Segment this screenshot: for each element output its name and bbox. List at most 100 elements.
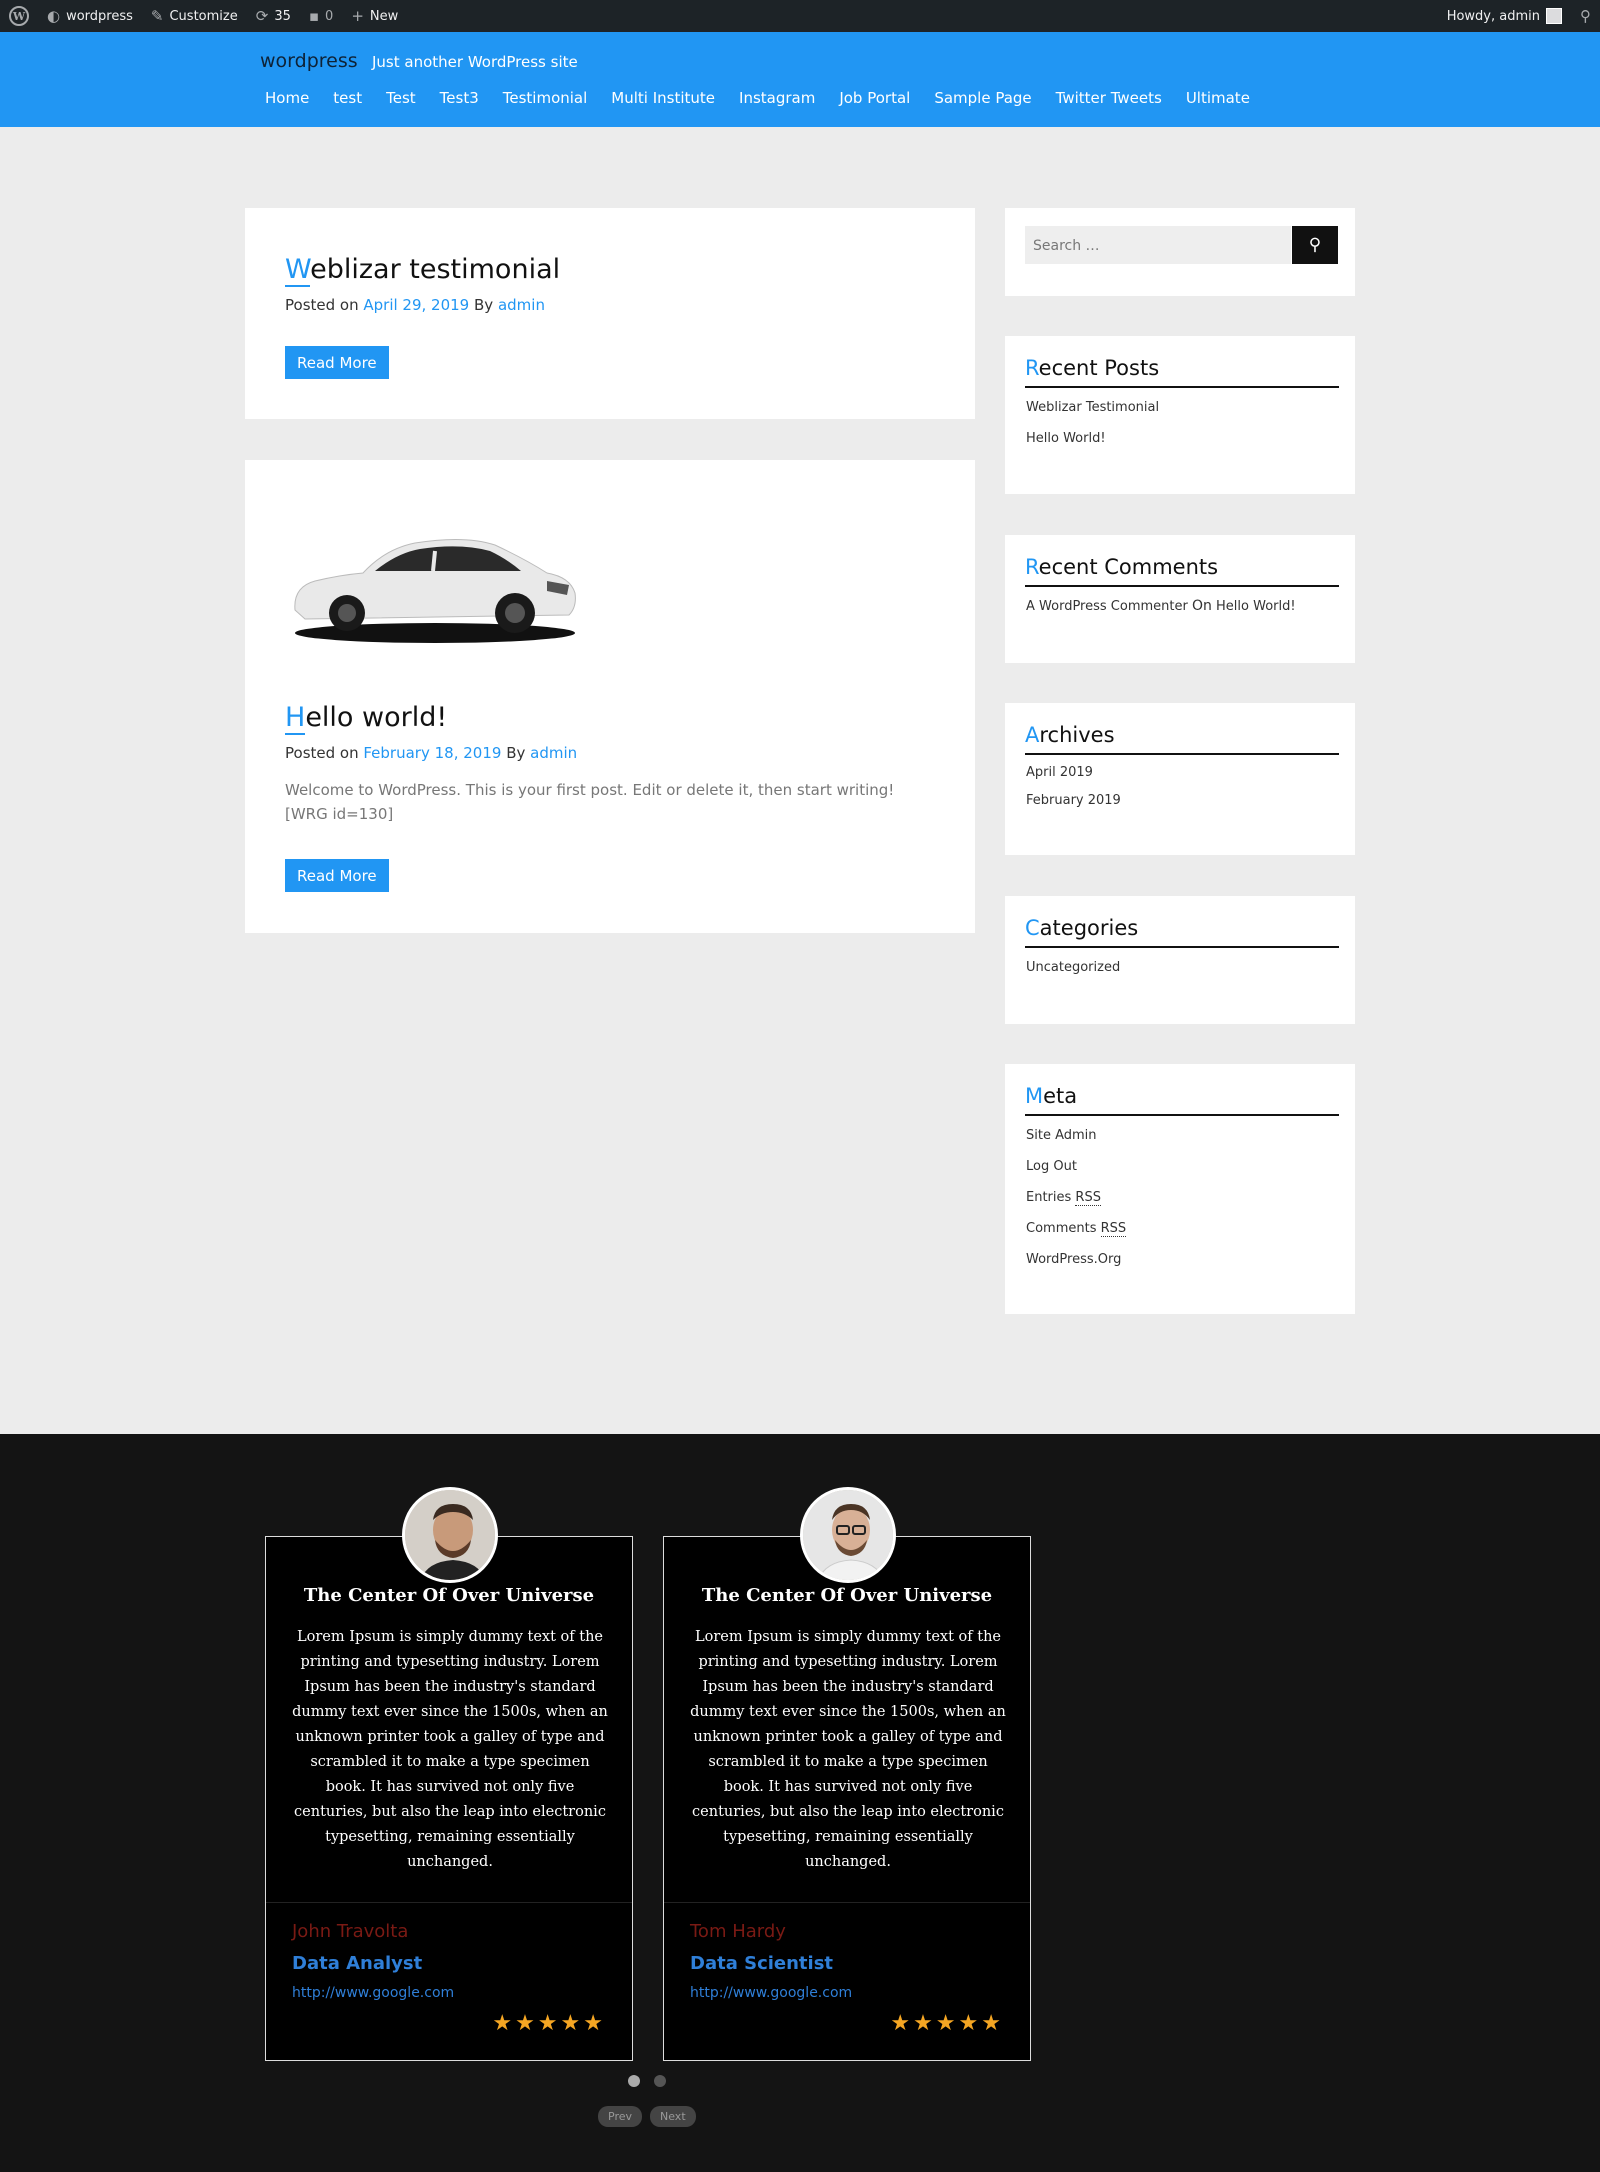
slider-dots <box>628 2075 666 2087</box>
nav-item-instagram[interactable]: Instagram <box>735 89 819 107</box>
person-photo-icon <box>803 1490 893 1580</box>
testimonial-role: Data Scientist <box>690 1953 834 1974</box>
testimonial-link[interactable]: http://www.google.com <box>690 1985 852 2001</box>
widget-title: Categories <box>1025 916 1339 948</box>
post-author-link[interactable]: admin <box>530 744 577 762</box>
testimonial-title: The Center Of Over Universe <box>303 1585 595 1606</box>
post-card: Hello world! Posted on February 18, 2019… <box>245 460 975 933</box>
nav-item-sample-page[interactable]: Sample Page <box>930 89 1035 107</box>
rss-abbr: RSS <box>1075 1190 1101 1206</box>
star-icon: ★ <box>492 2011 516 2036</box>
post-title[interactable]: Hello world! <box>285 702 448 735</box>
testimonial-text: Lorem Ipsum is simply dummy text of the … <box>690 1629 1006 1870</box>
nav-item-test[interactable]: Test <box>382 89 420 107</box>
site-title[interactable]: wordpress <box>260 50 358 72</box>
widget-title-rest: rchives <box>1039 723 1115 747</box>
admin-bar-customize[interactable]: ✎ Customize <box>142 0 247 32</box>
star-icon: ★ <box>890 2011 914 2036</box>
testimonial-section: The Center Of Over Universe Lorem Ipsum … <box>0 1434 1600 2172</box>
recent-post-link[interactable]: Hello World! <box>1026 431 1106 446</box>
post-excerpt: Welcome to WordPress. This is your first… <box>285 781 895 823</box>
testimonial-title: The Center Of Over Universe <box>701 1585 993 1606</box>
post-date-link[interactable]: April 29, 2019 <box>363 296 469 314</box>
category-link[interactable]: Uncategorized <box>1026 960 1120 975</box>
post-title[interactable]: Weblizar testimonial <box>285 254 560 287</box>
site-admin-link[interactable]: Site Admin <box>1026 1128 1097 1143</box>
nav-item-testimonial[interactable]: Testimonial <box>499 89 592 107</box>
nav-item-ultimate[interactable]: Ultimate <box>1182 89 1254 107</box>
star-icon: ★ <box>583 2011 606 2036</box>
admin-bar-new[interactable]: + New <box>342 0 407 32</box>
by-label: By <box>474 296 494 314</box>
post-card: Weblizar testimonial Posted on April 29,… <box>245 208 975 419</box>
log-out-link[interactable]: Log Out <box>1026 1159 1077 1174</box>
archive-link[interactable]: April 2019 <box>1026 765 1093 780</box>
testimonial-card: The Center Of Over Universe Lorem Ipsum … <box>265 1487 633 2062</box>
slider-dot-1[interactable] <box>628 2075 640 2087</box>
admin-bar-updates[interactable]: ⟳ 35 <box>247 0 300 32</box>
star-icon: ★ <box>537 2011 561 2036</box>
admin-bar-site[interactable]: ◐ wordpress <box>38 0 142 32</box>
admin-bar-comments[interactable]: ▪ 0 <box>300 0 342 32</box>
testimonial-footer: Tom Hardy Data Scientist http://www.goog… <box>664 1902 1030 2062</box>
testimonial-avatar <box>800 1487 896 1583</box>
admin-bar: W ◐ wordpress ✎ Customize ⟳ 35 ▪ 0 + New… <box>0 0 1600 32</box>
archive-link[interactable]: February 2019 <box>1026 793 1121 808</box>
archives-widget: Archives April 2019 February 2019 <box>1005 703 1355 855</box>
star-icon: ★ <box>981 2011 1004 2036</box>
comment-on-label: On <box>1191 598 1212 614</box>
widget-title-initial: C <box>1025 916 1040 940</box>
rss-abbr: RSS <box>1100 1221 1127 1237</box>
wordpress-logo-icon: W <box>9 6 29 26</box>
admin-bar-new-label: New <box>369 8 399 24</box>
search-widget: Search … ⚲ <box>1005 208 1355 296</box>
admin-bar-account[interactable]: Howdy, admin <box>1438 0 1571 32</box>
admin-bar-search[interactable]: ⚲ <box>1571 0 1600 32</box>
post-title-rest: ello world! <box>305 702 448 733</box>
post-thumbnail-car <box>294 538 576 643</box>
testimonial-footer: John Travolta Data Analyst http://www.go… <box>266 1902 632 2062</box>
prev-button[interactable]: Prev <box>598 2106 642 2127</box>
widget-title: Recent Posts <box>1025 356 1339 388</box>
read-more-button[interactable]: Read More <box>285 859 389 892</box>
wordpress-org-link[interactable]: WordPress.Org <box>1026 1252 1121 1267</box>
read-more-button[interactable]: Read More <box>285 346 389 379</box>
comments-label: Comments <box>1026 1221 1097 1236</box>
recent-post-link[interactable]: Weblizar Testimonial <box>1026 400 1159 415</box>
star-icon: ★ <box>935 2011 959 2036</box>
post-author-link[interactable]: admin <box>498 296 545 314</box>
nav-item-twitter-tweets[interactable]: Twitter Tweets <box>1052 89 1166 107</box>
nav-item-test-lower[interactable]: test <box>329 89 366 107</box>
site-header: wordpress Just another WordPress site Ho… <box>0 32 1600 127</box>
recent-posts-widget: Recent Posts Weblizar Testimonial Hello … <box>1005 336 1355 494</box>
nav-item-job-portal[interactable]: Job Portal <box>835 89 914 107</box>
next-button[interactable]: Next <box>650 2106 696 2127</box>
entries-rss-link[interactable]: Entries RSS <box>1026 1190 1101 1206</box>
admin-bar-site-label: wordpress <box>66 8 133 24</box>
testimonial-text: Lorem Ipsum is simply dummy text of the … <box>292 1629 608 1870</box>
admin-bar-comments-count: 0 <box>325 8 334 24</box>
star-icon: ★ <box>913 2011 936 2036</box>
star-icon: ★ <box>560 2011 584 2036</box>
main-navigation: Home test Test Test3 Testimonial Multi I… <box>261 89 1254 107</box>
nav-item-multi-institute[interactable]: Multi Institute <box>607 89 719 107</box>
slider-dot-2[interactable] <box>654 2075 666 2087</box>
nav-item-test3[interactable]: Test3 <box>436 89 483 107</box>
comment-icon: ▪ <box>308 7 320 25</box>
by-label: By <box>506 744 526 762</box>
testimonial-link[interactable]: http://www.google.com <box>292 1985 454 2001</box>
wp-logo-menu[interactable]: W <box>0 0 38 32</box>
post-meta: Posted on February 18, 2019 By admin <box>285 744 577 762</box>
widget-title-initial: M <box>1025 1084 1044 1108</box>
search-input[interactable]: Search … <box>1025 226 1291 264</box>
nav-item-home[interactable]: Home <box>261 89 313 107</box>
comment-post-link[interactable]: Hello World! <box>1216 599 1296 614</box>
post-date-link[interactable]: February 18, 2019 <box>363 744 501 762</box>
star-icon: ★ <box>515 2011 538 2036</box>
recent-comments-list: A WordPress Commenter On Hello World! <box>1026 591 1296 622</box>
updates-icon: ⟳ <box>255 7 269 25</box>
search-submit-button[interactable]: ⚲ <box>1292 226 1338 264</box>
comment-author-link[interactable]: A WordPress Commenter <box>1026 599 1188 614</box>
dashboard-icon: ◐ <box>47 7 61 25</box>
comments-rss-link[interactable]: Comments RSS <box>1026 1221 1127 1237</box>
